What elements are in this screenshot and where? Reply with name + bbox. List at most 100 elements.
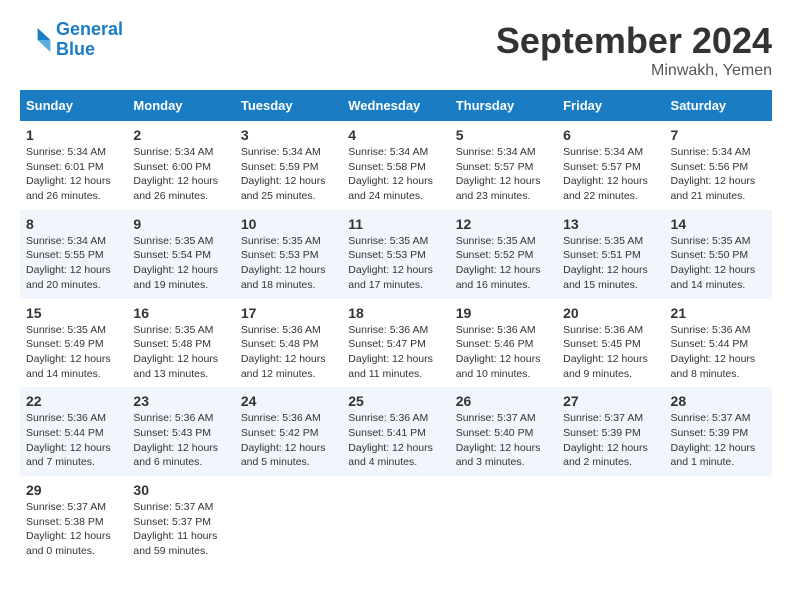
calendar-cell: 25Sunrise: 5:36 AMSunset: 5:41 PMDayligh… — [342, 387, 449, 476]
calendar-cell: 30 Sunrise: 5:37 AMSunset: 5:37 PMDayligh… — [127, 476, 234, 565]
weekday-header: Saturday — [665, 90, 772, 121]
day-info: Sunrise: 5:36 AMSunset: 5:42 PMDaylight:… — [241, 411, 336, 470]
calendar-cell: 6 Sunrise: 5:34 AMSunset: 5:57 PMDaylight… — [557, 121, 664, 210]
calendar-cell: 17Sunrise: 5:36 AMSunset: 5:48 PMDayligh… — [235, 299, 342, 388]
calendar-cell: 24Sunrise: 5:36 AMSunset: 5:42 PMDayligh… — [235, 387, 342, 476]
day-number: 3 — [241, 127, 336, 143]
day-number: 13 — [563, 216, 658, 232]
month-title: September 2024 — [496, 20, 772, 62]
calendar-week-row: 1 Sunrise: 5:34 AMSunset: 6:01 PMDaylight… — [20, 121, 772, 210]
logo: General Blue — [20, 20, 123, 60]
calendar-week-row: 22 Sunrise: 5:36 AMSunset: 5:44 PMDayligh… — [20, 387, 772, 476]
day-info: Sunrise: 5:36 AMSunset: 5:43 PMDaylight:… — [133, 411, 228, 470]
day-info: Sunrise: 5:35 AMSunset: 5:51 PMDaylight:… — [563, 234, 658, 293]
day-number: 26 — [456, 393, 551, 409]
day-number: 1 — [26, 127, 121, 143]
calendar-cell: 18 Sunrise: 5:36 AMSunset: 5:47 PMDayligh… — [342, 299, 449, 388]
calendar-week-row: 15Sunrise: 5:35 AMSunset: 5:49 PMDayligh… — [20, 299, 772, 388]
weekday-header: Monday — [127, 90, 234, 121]
day-number: 27 — [563, 393, 658, 409]
day-info: Sunrise: 5:34 AMSunset: 5:59 PMDaylight:… — [241, 145, 336, 204]
calendar-cell — [235, 476, 342, 565]
calendar-cell — [557, 476, 664, 565]
day-number: 12 — [456, 216, 551, 232]
calendar-cell: 12 Sunrise: 5:35 AMSunset: 5:52 PMDayligh… — [450, 210, 557, 299]
weekday-header: Sunday — [20, 90, 127, 121]
day-info: Sunrise: 5:35 AMSunset: 5:48 PMDaylight:… — [133, 323, 228, 382]
calendar-cell: 22 Sunrise: 5:36 AMSunset: 5:44 PMDayligh… — [20, 387, 127, 476]
calendar-cell: 29Sunrise: 5:37 AMSunset: 5:38 PMDayligh… — [20, 476, 127, 565]
calendar-cell: 3 Sunrise: 5:34 AMSunset: 5:59 PMDaylight… — [235, 121, 342, 210]
day-info: Sunrise: 5:36 AMSunset: 5:47 PMDaylight:… — [348, 323, 443, 382]
weekday-header: Tuesday — [235, 90, 342, 121]
calendar-cell: 10 Sunrise: 5:35 AMSunset: 5:53 PMDayligh… — [235, 210, 342, 299]
day-number: 5 — [456, 127, 551, 143]
calendar-cell: 7Sunrise: 5:34 AMSunset: 5:56 PMDaylight… — [665, 121, 772, 210]
day-number: 18 — [348, 305, 443, 321]
logo-icon — [20, 24, 52, 56]
logo-line2: Blue — [56, 39, 95, 59]
logo-line1: General — [56, 19, 123, 39]
calendar-cell — [665, 476, 772, 565]
day-number: 7 — [671, 127, 766, 143]
calendar-cell: 16 Sunrise: 5:35 AMSunset: 5:48 PMDayligh… — [127, 299, 234, 388]
day-number: 22 — [26, 393, 121, 409]
day-number: 8 — [26, 216, 121, 232]
calendar-header-row: SundayMondayTuesdayWednesdayThursdayFrid… — [20, 90, 772, 121]
page-header: General Blue September 2024 Minwakh, Yem… — [20, 20, 772, 80]
calendar-cell: 28Sunrise: 5:37 AMSunset: 5:39 PMDayligh… — [665, 387, 772, 476]
calendar-cell: 23Sunrise: 5:36 AMSunset: 5:43 PMDayligh… — [127, 387, 234, 476]
day-info: Sunrise: 5:37 AMSunset: 5:38 PMDaylight:… — [26, 500, 121, 559]
day-info: Sunrise: 5:34 AMSunset: 5:57 PMDaylight:… — [563, 145, 658, 204]
day-number: 14 — [671, 216, 766, 232]
day-info: Sunrise: 5:34 AMSunset: 6:00 PMDaylight:… — [133, 145, 228, 204]
day-number: 16 — [133, 305, 228, 321]
day-info: Sunrise: 5:35 AMSunset: 5:53 PMDaylight:… — [348, 234, 443, 293]
day-info: Sunrise: 5:37 AMSunset: 5:40 PMDaylight:… — [456, 411, 551, 470]
day-info: Sunrise: 5:36 AMSunset: 5:44 PMDaylight:… — [26, 411, 121, 470]
weekday-header: Friday — [557, 90, 664, 121]
day-number: 6 — [563, 127, 658, 143]
calendar-week-row: 8Sunrise: 5:34 AMSunset: 5:55 PMDaylight… — [20, 210, 772, 299]
day-info: Sunrise: 5:36 AMSunset: 5:44 PMDaylight:… — [671, 323, 766, 382]
calendar-cell: 15Sunrise: 5:35 AMSunset: 5:49 PMDayligh… — [20, 299, 127, 388]
day-number: 9 — [133, 216, 228, 232]
calendar-cell: 19Sunrise: 5:36 AMSunset: 5:46 PMDayligh… — [450, 299, 557, 388]
weekday-header: Wednesday — [342, 90, 449, 121]
calendar-cell: 9 Sunrise: 5:35 AMSunset: 5:54 PMDaylight… — [127, 210, 234, 299]
day-info: Sunrise: 5:35 AMSunset: 5:54 PMDaylight:… — [133, 234, 228, 293]
day-info: Sunrise: 5:36 AMSunset: 5:41 PMDaylight:… — [348, 411, 443, 470]
day-info: Sunrise: 5:36 AMSunset: 5:45 PMDaylight:… — [563, 323, 658, 382]
calendar-cell: 5 Sunrise: 5:34 AMSunset: 5:57 PMDaylight… — [450, 121, 557, 210]
calendar-cell: 21 Sunrise: 5:36 AMSunset: 5:44 PMDayligh… — [665, 299, 772, 388]
calendar-cell: 11 Sunrise: 5:35 AMSunset: 5:53 PMDayligh… — [342, 210, 449, 299]
weekday-header: Thursday — [450, 90, 557, 121]
day-info: Sunrise: 5:34 AMSunset: 6:01 PMDaylight:… — [26, 145, 121, 204]
day-number: 2 — [133, 127, 228, 143]
day-info: Sunrise: 5:37 AMSunset: 5:37 PMDaylight:… — [133, 500, 228, 559]
day-info: Sunrise: 5:36 AMSunset: 5:48 PMDaylight:… — [241, 323, 336, 382]
day-number: 30 — [133, 482, 228, 498]
day-number: 11 — [348, 216, 443, 232]
day-info: Sunrise: 5:36 AMSunset: 5:46 PMDaylight:… — [456, 323, 551, 382]
day-info: Sunrise: 5:35 AMSunset: 5:53 PMDaylight:… — [241, 234, 336, 293]
calendar-cell: 26 Sunrise: 5:37 AMSunset: 5:40 PMDayligh… — [450, 387, 557, 476]
day-info: Sunrise: 5:35 AMSunset: 5:49 PMDaylight:… — [26, 323, 121, 382]
calendar-cell: 20 Sunrise: 5:36 AMSunset: 5:45 PMDayligh… — [557, 299, 664, 388]
logo-text: General Blue — [56, 20, 123, 60]
calendar-cell: 27Sunrise: 5:37 AMSunset: 5:39 PMDayligh… — [557, 387, 664, 476]
calendar-cell — [342, 476, 449, 565]
calendar-cell — [450, 476, 557, 565]
calendar-cell: 1 Sunrise: 5:34 AMSunset: 6:01 PMDaylight… — [20, 121, 127, 210]
day-number: 10 — [241, 216, 336, 232]
day-number: 28 — [671, 393, 766, 409]
calendar-cell: 14Sunrise: 5:35 AMSunset: 5:50 PMDayligh… — [665, 210, 772, 299]
day-number: 20 — [563, 305, 658, 321]
calendar-table: SundayMondayTuesdayWednesdayThursdayFrid… — [20, 90, 772, 565]
calendar-cell: 13 Sunrise: 5:35 AMSunset: 5:51 PMDayligh… — [557, 210, 664, 299]
calendar-cell: 2 Sunrise: 5:34 AMSunset: 6:00 PMDaylight… — [127, 121, 234, 210]
day-number: 21 — [671, 305, 766, 321]
day-info: Sunrise: 5:34 AMSunset: 5:57 PMDaylight:… — [456, 145, 551, 204]
day-info: Sunrise: 5:35 AMSunset: 5:52 PMDaylight:… — [456, 234, 551, 293]
day-info: Sunrise: 5:34 AMSunset: 5:58 PMDaylight:… — [348, 145, 443, 204]
